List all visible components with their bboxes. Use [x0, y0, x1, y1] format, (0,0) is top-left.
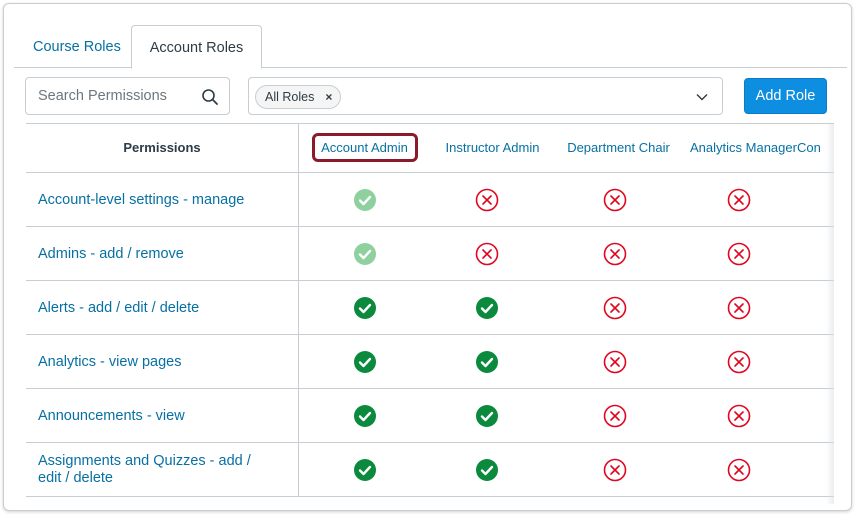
chip-remove-icon[interactable]: × — [325, 86, 332, 108]
x-circle-icon — [727, 404, 751, 428]
permission-label[interactable]: Alerts - add / edit / delete — [26, 281, 299, 335]
role-header-instructor-admin[interactable]: Instructor Admin — [430, 124, 555, 172]
x-circle-icon — [475, 188, 499, 212]
x-circle-icon — [727, 242, 751, 266]
role-header-department-chair[interactable]: Department Chair — [561, 124, 676, 172]
search-permissions-input[interactable] — [26, 78, 196, 114]
permission-toggle[interactable] — [345, 443, 385, 497]
permission-toggle[interactable] — [345, 173, 385, 227]
permission-toggle[interactable] — [719, 227, 759, 281]
scroll-fade — [826, 124, 834, 504]
permission-label[interactable]: Announcements - view — [26, 389, 299, 443]
x-circle-icon — [603, 350, 627, 374]
permission-toggle[interactable] — [467, 227, 507, 281]
account-admin-highlight — [312, 133, 418, 162]
permission-toggle[interactable] — [345, 335, 385, 389]
permission-label[interactable]: Analytics - view pages — [26, 335, 299, 389]
table-row: Analytics - view pages — [26, 335, 834, 389]
permission-toggle[interactable] — [719, 443, 759, 497]
tab-account-roles[interactable]: Account Roles — [131, 25, 262, 69]
x-circle-icon — [727, 350, 751, 374]
check-circle-icon — [476, 405, 498, 427]
check-circle-icon — [354, 459, 376, 481]
permission-toggle[interactable] — [719, 335, 759, 389]
add-role-button[interactable]: Add Role — [744, 78, 827, 114]
permission-toggle[interactable] — [345, 389, 385, 443]
table-row: Assignments and Quizzes - add / edit / d… — [26, 443, 834, 497]
tab-course-roles[interactable]: Course Roles — [18, 25, 136, 68]
x-circle-icon — [603, 188, 627, 212]
x-circle-icon — [603, 458, 627, 482]
permission-toggle[interactable] — [595, 335, 635, 389]
check-circle-icon — [354, 189, 376, 211]
permission-toggle[interactable] — [719, 389, 759, 443]
role-tabs: Course Roles Account Roles — [14, 25, 847, 69]
roles-filter-select[interactable]: All Roles × — [248, 77, 723, 115]
permission-toggle[interactable] — [595, 281, 635, 335]
x-circle-icon — [727, 296, 751, 320]
x-circle-icon — [603, 296, 627, 320]
table-row: Announcements - view — [26, 389, 834, 443]
check-circle-icon — [354, 243, 376, 265]
check-circle-icon — [354, 405, 376, 427]
all-roles-chip: All Roles × — [255, 85, 342, 109]
permission-toggle[interactable] — [345, 227, 385, 281]
permissions-table: Permissions Account Admin Instructor Adm… — [26, 123, 834, 504]
permission-label[interactable]: Admins - add / remove — [26, 227, 299, 281]
permission-toggle[interactable] — [467, 281, 507, 335]
check-circle-icon — [476, 351, 498, 373]
table-row: Alerts - add / edit / delete — [26, 281, 834, 335]
x-circle-icon — [727, 458, 751, 482]
table-row: Account-level settings - manage — [26, 173, 834, 227]
permission-toggle[interactable] — [595, 443, 635, 497]
chip-label: All Roles — [265, 90, 315, 104]
permissions-panel: Course Roles Account Roles All Roles × A… — [3, 3, 852, 511]
permission-toggle[interactable] — [345, 281, 385, 335]
check-circle-icon — [354, 297, 376, 319]
x-circle-icon — [603, 404, 627, 428]
permission-toggle[interactable] — [719, 173, 759, 227]
permission-toggle[interactable] — [595, 173, 635, 227]
permission-toggle[interactable] — [467, 443, 507, 497]
permission-toggle[interactable] — [467, 335, 507, 389]
permission-toggle[interactable] — [467, 389, 507, 443]
permission-toggle[interactable] — [719, 281, 759, 335]
table-row: Admins - add / remove — [26, 227, 834, 281]
permission-toggle[interactable] — [467, 173, 507, 227]
search-permissions-box — [25, 77, 230, 115]
role-header-truncated[interactable]: Con — [797, 124, 827, 172]
search-icon[interactable] — [201, 88, 219, 106]
check-circle-icon — [354, 351, 376, 373]
role-header-analytics-manager[interactable]: Analytics Manager — [686, 124, 801, 172]
check-circle-icon — [476, 459, 498, 481]
permission-toggle[interactable] — [595, 389, 635, 443]
chevron-down-icon[interactable] — [695, 90, 709, 104]
permission-toggle[interactable] — [595, 227, 635, 281]
x-circle-icon — [603, 242, 627, 266]
check-circle-icon — [476, 297, 498, 319]
x-circle-icon — [475, 242, 499, 266]
permission-label[interactable]: Account-level settings - manage — [26, 173, 299, 227]
permission-label[interactable]: Assignments and Quizzes - add / edit / d… — [26, 443, 299, 497]
x-circle-icon — [727, 188, 751, 212]
permissions-column-header: Permissions — [26, 124, 299, 172]
